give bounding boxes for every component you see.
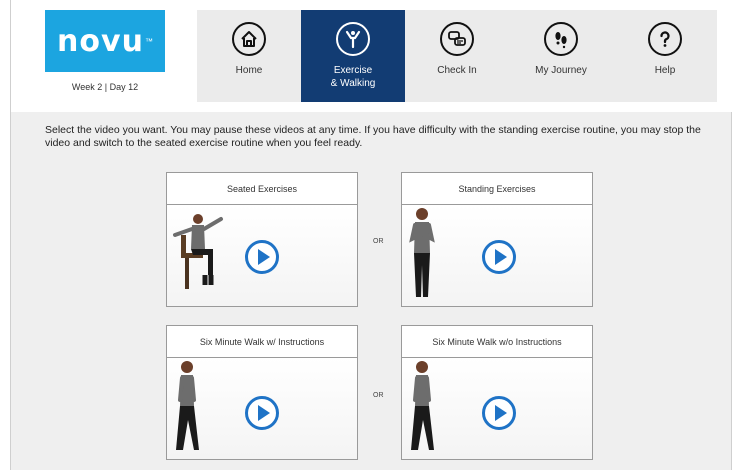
week-day-label: Week 2 | Day 12 (71, 82, 139, 92)
instructions-text: Select the video you want. You may pause… (45, 124, 701, 149)
play-button[interactable] (482, 396, 516, 430)
nav-help[interactable]: Help (613, 10, 717, 102)
play-button[interactable] (482, 240, 516, 274)
header: novu ™ Week 2 | Day 12 Home Exercise & Wa… (11, 0, 733, 112)
logo-text: novu (57, 23, 144, 59)
walking-woman-figure (176, 361, 199, 450)
or-separator: OR (373, 392, 384, 399)
play-button[interactable] (245, 396, 279, 430)
video-thumbnail (402, 205, 592, 306)
home-icon (232, 22, 266, 56)
video-card-walk-with-instructions[interactable]: Six Minute Walk w/ Instructions (166, 325, 358, 460)
trademark: ™ (144, 36, 153, 46)
video-card-walk-without-instructions[interactable]: Six Minute Walk w/o Instructions (401, 325, 593, 460)
app-frame: novu ™ Week 2 | Day 12 Home Exercise & Wa… (10, 0, 733, 470)
nav-help-label: Help (654, 65, 676, 76)
video-thumbnail (167, 358, 357, 459)
nav-check-in-label: Check In (437, 65, 477, 76)
exercise-icon (336, 22, 370, 56)
nav-check-in[interactable]: Check In (405, 10, 509, 102)
novu-logo[interactable]: novu ™ (45, 10, 165, 72)
nav-my-journey[interactable]: My Journey (509, 10, 613, 102)
nav-home[interactable]: Home (197, 10, 301, 102)
seated-woman-figure (173, 214, 223, 289)
nav-home-label: Home (235, 65, 263, 76)
play-button[interactable] (245, 240, 279, 274)
or-separator: OR (373, 238, 384, 245)
video-title: Standing Exercises (402, 173, 592, 205)
main-nav: Home Exercise & Walking Check In My Jour… (197, 10, 717, 102)
nav-exercise-walking[interactable]: Exercise & Walking (301, 10, 405, 102)
walking-woman-figure (411, 361, 434, 450)
video-title: Seated Exercises (167, 173, 357, 205)
video-title: Six Minute Walk w/ Instructions (167, 326, 357, 358)
video-thumbnail (402, 358, 592, 459)
chat-icon (440, 22, 474, 56)
brand: novu ™ Week 2 | Day 12 (45, 10, 165, 92)
nav-exercise-label: Exercise & Walking (330, 65, 376, 89)
nav-my-journey-label: My Journey (535, 65, 587, 76)
standing-woman-figure (409, 208, 435, 297)
video-title: Six Minute Walk w/o Instructions (402, 326, 592, 358)
video-card-seated-exercises[interactable]: Seated Exercises (166, 172, 358, 307)
footprints-icon (544, 22, 578, 56)
video-thumbnail (167, 205, 357, 306)
help-icon (648, 22, 682, 56)
video-card-standing-exercises[interactable]: Standing Exercises (401, 172, 593, 307)
